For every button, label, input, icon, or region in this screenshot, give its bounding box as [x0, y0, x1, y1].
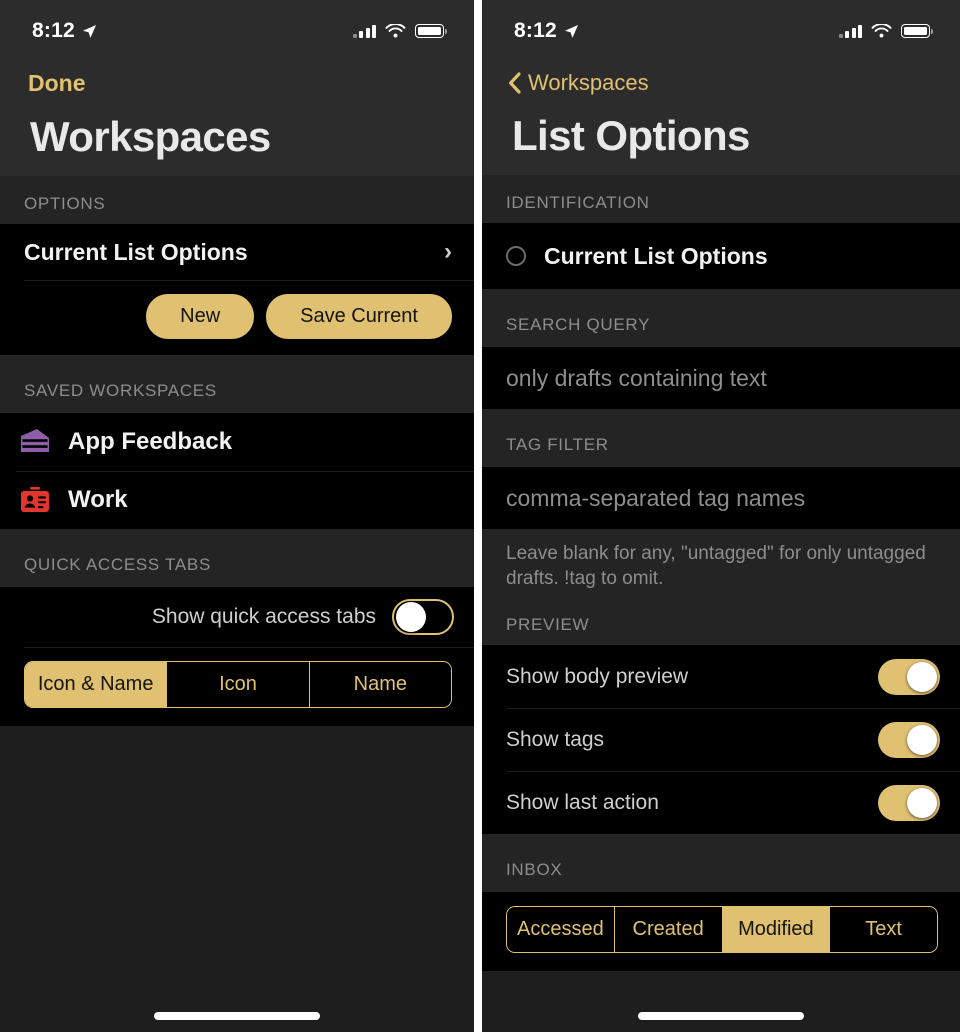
cellular-bars-icon — [352, 24, 376, 38]
status-bar-right-right-group — [838, 22, 934, 39]
section-header-tag-filter: TAG FILTER — [482, 409, 960, 468]
right-list: IDENTIFICATION Current List Options SEAR… — [482, 175, 960, 972]
status-bar-right-left-group: 8:12 — [514, 19, 579, 43]
row-show-last-action: Show last action — [482, 771, 960, 834]
right-phone-screen: 8:12 Workspaces List Options IDENTIFICAT… — [482, 0, 960, 1032]
dual-screenshot-container: 8:12 Done Workspaces OPTIONS Current Lis… — [0, 0, 960, 1032]
tag-filter-input[interactable]: comma-separated tag names — [482, 467, 960, 530]
inbox-sort-segmented-control-wrap: Accessed Created Modified Text — [482, 892, 960, 972]
location-arrow-icon — [82, 24, 97, 39]
show-quick-access-tabs-label: Show quick access tabs — [151, 605, 376, 629]
list-item-app-feedback-label: App Feedback — [68, 428, 233, 456]
search-query-input[interactable]: only drafts containing text — [482, 347, 960, 410]
id-card-icon — [16, 483, 54, 517]
segment-text[interactable]: Text — [830, 907, 937, 953]
segment-name[interactable]: Name — [309, 662, 451, 708]
home-indicator-left — [154, 1012, 320, 1020]
list-item-work[interactable]: Work — [0, 471, 474, 529]
save-current-button[interactable]: Save Current — [266, 294, 452, 340]
row-identification-current-list-options[interactable]: Current List Options — [482, 223, 960, 289]
section-header-options: OPTIONS — [0, 176, 474, 225]
battery-full-icon — [901, 24, 934, 38]
show-quick-access-tabs-toggle[interactable] — [392, 599, 454, 636]
left-phone-screen: 8:12 Done Workspaces OPTIONS Current Lis… — [0, 0, 474, 1032]
section-header-search-query: SEARCH QUERY — [482, 289, 960, 348]
tag-filter-placeholder: comma-separated tag names — [506, 484, 806, 511]
battery-full-icon — [415, 24, 448, 38]
status-bar-left: 8:12 — [0, 0, 474, 62]
chevron-left-icon — [508, 72, 521, 94]
done-button-label: Done — [28, 70, 86, 96]
back-button-label: Workspaces — [528, 70, 649, 95]
identification-group: Current List Options — [482, 223, 960, 290]
inbox-group: Accessed Created Modified Text — [482, 892, 960, 972]
options-group: Current List Options › New Save Current — [0, 224, 474, 356]
show-tags-label: Show tags — [506, 727, 605, 751]
show-body-preview-label: Show body preview — [506, 664, 689, 688]
new-workspace-button[interactable]: New — [146, 294, 255, 340]
quick-access-display-segmented-control: Icon & Name Icon Name — [24, 661, 452, 709]
section-header-saved-workspaces: SAVED WORKSPACES — [0, 355, 474, 414]
section-header-quick-access-tabs: QUICK ACCESS TABS — [0, 529, 474, 588]
status-bar-left-group: 8:12 — [32, 19, 97, 43]
quick-access-display-segmented-control-wrap: Icon & Name Icon Name — [0, 647, 474, 727]
back-button[interactable]: Workspaces — [482, 62, 960, 106]
section-header-inbox: INBOX — [482, 834, 960, 893]
show-tags-toggle[interactable] — [878, 721, 940, 758]
segment-modified[interactable]: Modified — [722, 907, 831, 953]
identification-row-label: Current List Options — [544, 242, 768, 269]
status-time: 8:12 — [32, 19, 75, 42]
circle-icon — [506, 246, 526, 267]
search-query-group: only drafts containing text — [482, 347, 960, 410]
wifi-icon — [385, 22, 406, 39]
chevron-right-icon: › — [444, 238, 452, 266]
segment-icon[interactable]: Icon — [167, 662, 310, 708]
search-query-placeholder: only drafts containing text — [506, 364, 767, 391]
row-current-list-options-label: Current List Options — [24, 238, 248, 265]
wifi-icon — [871, 22, 892, 39]
workspace-action-buttons: New Save Current — [0, 280, 474, 355]
cellular-bars-icon — [838, 24, 862, 38]
left-nav-bar: Done Workspaces — [0, 62, 474, 177]
page-title-list-options: List Options — [512, 112, 750, 159]
row-show-tags: Show tags — [482, 708, 960, 771]
saved-workspaces-group: App Feedback Work — [0, 413, 474, 530]
show-last-action-toggle[interactable] — [878, 784, 940, 821]
location-arrow-icon — [564, 24, 579, 39]
segment-icon-and-name[interactable]: Icon & Name — [25, 662, 168, 708]
right-nav-bar: Workspaces List Options — [482, 62, 960, 176]
tag-filter-group: comma-separated tag names — [482, 467, 960, 530]
row-current-list-options[interactable]: Current List Options › — [0, 224, 474, 280]
section-header-preview: PREVIEW — [482, 597, 960, 646]
status-bar-right-group — [352, 22, 448, 39]
show-body-preview-toggle[interactable] — [878, 658, 940, 695]
segment-created[interactable]: Created — [614, 907, 723, 953]
list-item-app-feedback[interactable]: App Feedback — [0, 413, 474, 471]
preview-group: Show body preview Show tags Show last ac… — [482, 645, 960, 835]
list-item-work-label: Work — [68, 486, 128, 514]
section-header-identification: IDENTIFICATION — [482, 175, 960, 224]
tag-filter-helper-text: Leave blank for any, "untagged" for only… — [482, 529, 960, 598]
status-bar-right: 8:12 — [482, 0, 960, 62]
status-time-right: 8:12 — [514, 19, 557, 42]
cake-slice-icon — [16, 425, 54, 459]
page-title-workspaces: Workspaces — [30, 113, 271, 160]
row-show-body-preview: Show body preview — [482, 645, 960, 708]
home-indicator-right — [638, 1012, 804, 1020]
row-show-quick-access-tabs: Show quick access tabs — [0, 587, 474, 647]
quick-access-group: Show quick access tabs Icon & Name Icon … — [0, 587, 474, 727]
segment-accessed[interactable]: Accessed — [507, 907, 615, 953]
show-last-action-label: Show last action — [506, 790, 659, 814]
done-button[interactable]: Done — [0, 62, 474, 107]
inbox-sort-segmented-control: Accessed Created Modified Text — [506, 906, 938, 954]
left-list: OPTIONS Current List Options › New Save … — [0, 176, 474, 727]
